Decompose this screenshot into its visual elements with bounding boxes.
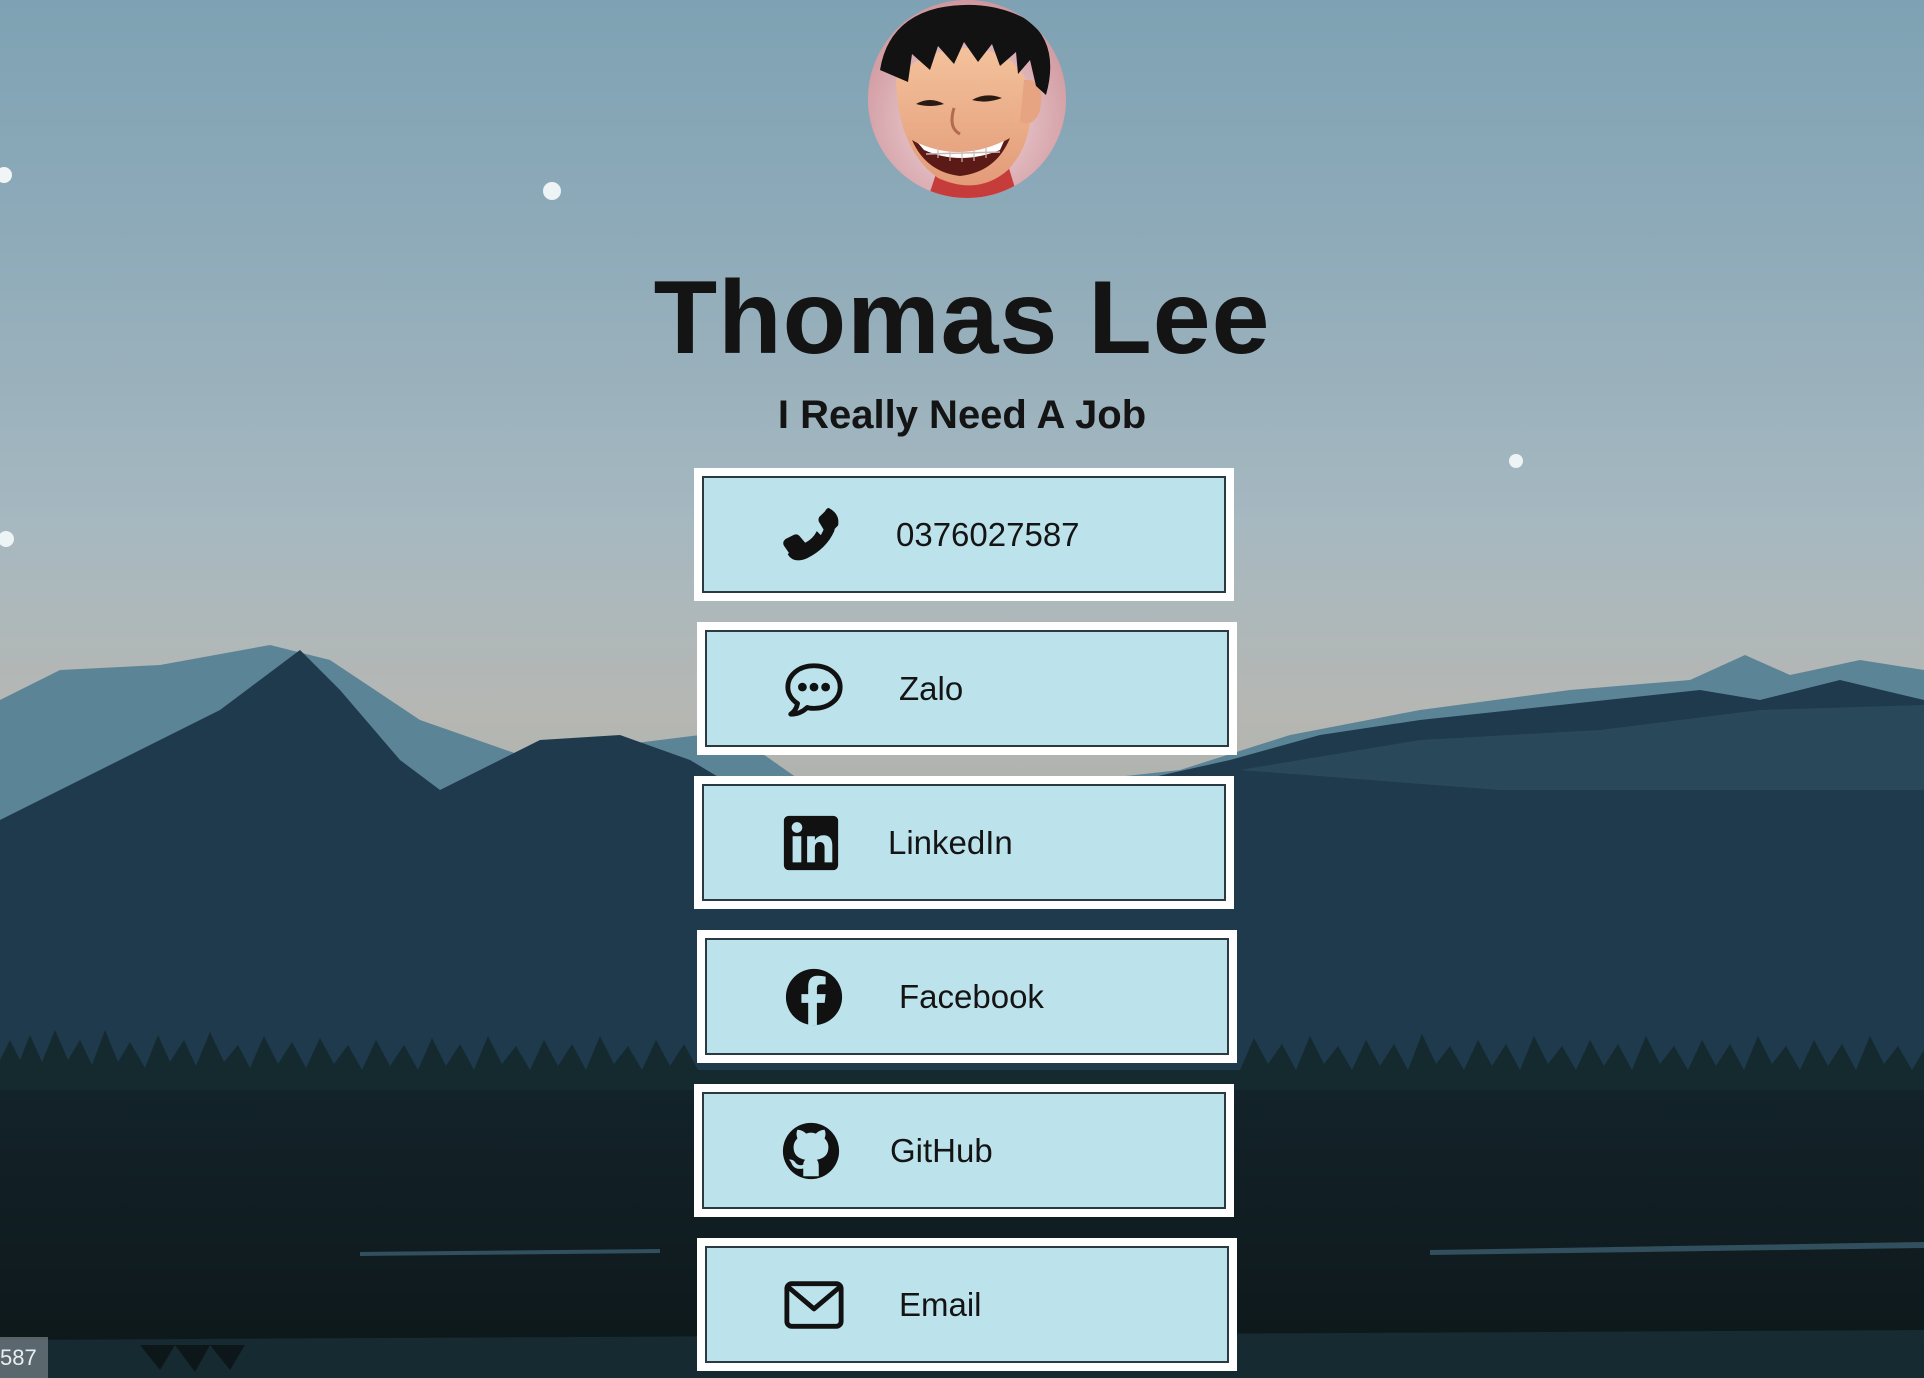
github-icon: [780, 1120, 842, 1182]
linkedin-button[interactable]: LinkedIn: [694, 776, 1234, 909]
phone-icon: [780, 504, 842, 566]
facebook-label: Facebook: [899, 977, 1044, 1015]
facebook-button-inner[interactable]: Facebook: [705, 938, 1229, 1055]
status-badge: 587: [0, 1337, 48, 1378]
phone-label: 0376027587: [896, 515, 1080, 553]
email-label: Email: [899, 1285, 982, 1323]
page-background: Thomas Lee I Really Need A Job 037602758…: [0, 0, 1924, 1378]
github-button[interactable]: GitHub: [694, 1084, 1234, 1217]
star: [0, 531, 14, 547]
github-label: GitHub: [890, 1131, 993, 1169]
linkedin-label: LinkedIn: [888, 823, 1013, 861]
chat-bubble-icon: [783, 658, 845, 720]
star: [1509, 454, 1523, 468]
zalo-label: Zalo: [899, 669, 964, 707]
profile-name: Thomas Lee: [653, 260, 1271, 376]
profile-tagline: I Really Need A Job: [777, 393, 1147, 437]
email-button-inner[interactable]: Email: [705, 1246, 1229, 1363]
envelope-icon: [783, 1274, 845, 1336]
zalo-button-inner[interactable]: Zalo: [705, 630, 1229, 747]
email-button[interactable]: Email: [697, 1238, 1237, 1371]
avatar: [868, 0, 1066, 198]
facebook-icon: [783, 966, 845, 1028]
linkedin-button-inner[interactable]: LinkedIn: [702, 784, 1226, 901]
phone-button-inner[interactable]: 0376027587: [702, 476, 1226, 593]
phone-button[interactable]: 0376027587: [694, 468, 1234, 601]
star: [0, 167, 12, 183]
linkedin-icon: [780, 812, 842, 874]
facebook-button[interactable]: Facebook: [697, 930, 1237, 1063]
zalo-button[interactable]: Zalo: [697, 622, 1237, 755]
star: [543, 182, 561, 200]
github-button-inner[interactable]: GitHub: [702, 1092, 1226, 1209]
avatar-illustration: [868, 0, 1066, 198]
